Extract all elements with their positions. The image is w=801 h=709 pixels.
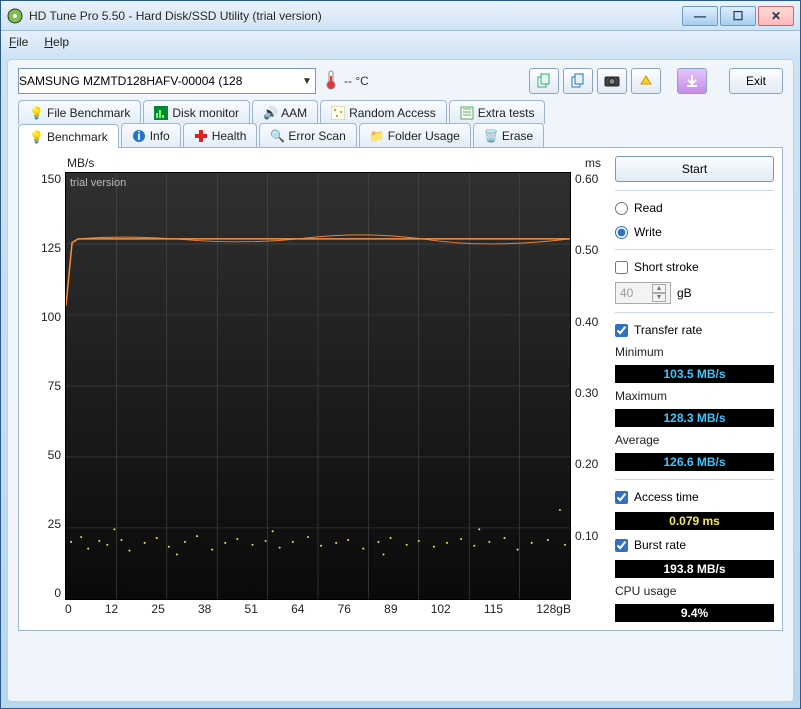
menu-help[interactable]: Help: [44, 35, 69, 49]
minimum-label: Minimum: [615, 345, 774, 359]
access-time-value: 0.079 ms: [615, 512, 774, 530]
benchmark-icon: 💡: [29, 130, 43, 144]
temperature-value: -- °C: [344, 74, 369, 88]
screenshot-button[interactable]: [597, 68, 627, 94]
y-axis-left: 1501251007550250: [27, 172, 65, 600]
y-right-label: ms: [585, 156, 601, 170]
minimum-value: 103.5 MB/s: [615, 365, 774, 383]
tab-erase[interactable]: 🗑️Erase: [473, 123, 544, 147]
maximize-button[interactable]: ☐: [720, 6, 756, 26]
copy-info-button[interactable]: [529, 68, 559, 94]
x-axis: 012253851647689102115128gB: [65, 602, 571, 622]
short-stroke-input: 40 ▲▼: [615, 282, 671, 304]
lightbulb-icon: 💡: [29, 106, 43, 120]
svg-text:i: i: [137, 129, 140, 143]
info-icon: i: [132, 129, 146, 143]
speaker-icon: 🔊: [263, 106, 277, 120]
temperature-display: -- °C: [324, 70, 369, 93]
tab-random-access[interactable]: Random Access: [320, 100, 447, 124]
chart-area: MB/s ms 1501251007550250 0.600.500.400.3…: [27, 156, 607, 622]
short-stroke-checkbox[interactable]: Short stroke: [615, 258, 774, 276]
burst-rate-value: 193.8 MB/s: [615, 560, 774, 578]
random-icon: [331, 106, 345, 120]
tab-health[interactable]: Health: [183, 123, 258, 147]
tests-icon: [460, 106, 474, 120]
y-axis-right: 0.600.500.400.300.200.10: [571, 172, 607, 600]
monitor-icon: [154, 106, 168, 120]
chevron-down-icon: ▼: [299, 76, 315, 87]
window-title: HD Tune Pro 5.50 - Hard Disk/SSD Utility…: [29, 9, 682, 23]
side-panel: Start Read Write Short stroke 40 ▲▼ gB: [615, 156, 774, 622]
minimize-button[interactable]: —: [682, 6, 718, 26]
trash-icon: 🗑️: [484, 129, 498, 143]
cpu-usage-label: CPU usage: [615, 584, 774, 598]
tab-file-benchmark[interactable]: 💡File Benchmark: [18, 100, 141, 124]
tabs: 💡File Benchmark Disk monitor 🔊AAM Random…: [18, 100, 783, 631]
folder-icon: 📁: [370, 129, 384, 143]
app-icon: [7, 8, 23, 24]
tab-disk-monitor[interactable]: Disk monitor: [143, 100, 250, 124]
menu-file[interactable]: File: [9, 35, 28, 49]
save-button[interactable]: [677, 68, 707, 94]
tab-benchmark[interactable]: 💡Benchmark: [18, 124, 119, 148]
search-icon: 🔍: [270, 129, 284, 143]
copy-text-button[interactable]: [563, 68, 593, 94]
close-button[interactable]: ✕: [758, 6, 794, 26]
spin-down-icon: ▼: [652, 293, 666, 302]
app-window: HD Tune Pro 5.50 - Hard Disk/SSD Utility…: [0, 0, 801, 709]
options-button[interactable]: [631, 68, 661, 94]
cpu-usage-value: 9.4%: [615, 604, 774, 622]
tab-info[interactable]: iInfo: [121, 123, 181, 147]
toolbar: SAMSUNG MZMTD128HAFV-00004 (128 ▼ -- °C …: [18, 68, 783, 94]
drive-select-value: SAMSUNG MZMTD128HAFV-00004 (128: [19, 74, 242, 88]
maximum-label: Maximum: [615, 389, 774, 403]
write-radio[interactable]: Write: [615, 223, 774, 241]
health-icon: [194, 129, 208, 143]
transfer-rate-checkbox[interactable]: Transfer rate: [615, 321, 774, 339]
watermark: trial version: [70, 177, 126, 189]
spin-up-icon: ▲: [652, 284, 666, 293]
benchmark-panel: MB/s ms 1501251007550250 0.600.500.400.3…: [18, 147, 783, 631]
thermometer-icon: [324, 70, 338, 93]
exit-button[interactable]: Exit: [729, 68, 783, 94]
menubar: File Help: [1, 31, 800, 53]
average-value: 126.6 MB/s: [615, 453, 774, 471]
burst-rate-checkbox[interactable]: Burst rate: [615, 536, 774, 554]
average-label: Average: [615, 433, 774, 447]
titlebar: HD Tune Pro 5.50 - Hard Disk/SSD Utility…: [1, 1, 800, 31]
tab-extra-tests[interactable]: Extra tests: [449, 100, 546, 124]
access-time-checkbox[interactable]: Access time: [615, 488, 774, 506]
maximum-value: 128.3 MB/s: [615, 409, 774, 427]
y-left-label: MB/s: [67, 156, 94, 170]
read-radio[interactable]: Read: [615, 199, 774, 217]
tab-aam[interactable]: 🔊AAM: [252, 100, 318, 124]
drive-select[interactable]: SAMSUNG MZMTD128HAFV-00004 (128 ▼: [18, 68, 316, 94]
tab-error-scan[interactable]: 🔍Error Scan: [259, 123, 356, 147]
start-button[interactable]: Start: [615, 156, 774, 182]
content-area: SAMSUNG MZMTD128HAFV-00004 (128 ▼ -- °C …: [7, 59, 794, 702]
tab-folder-usage[interactable]: 📁Folder Usage: [359, 123, 471, 147]
chart-plot: trial version: [65, 172, 571, 600]
